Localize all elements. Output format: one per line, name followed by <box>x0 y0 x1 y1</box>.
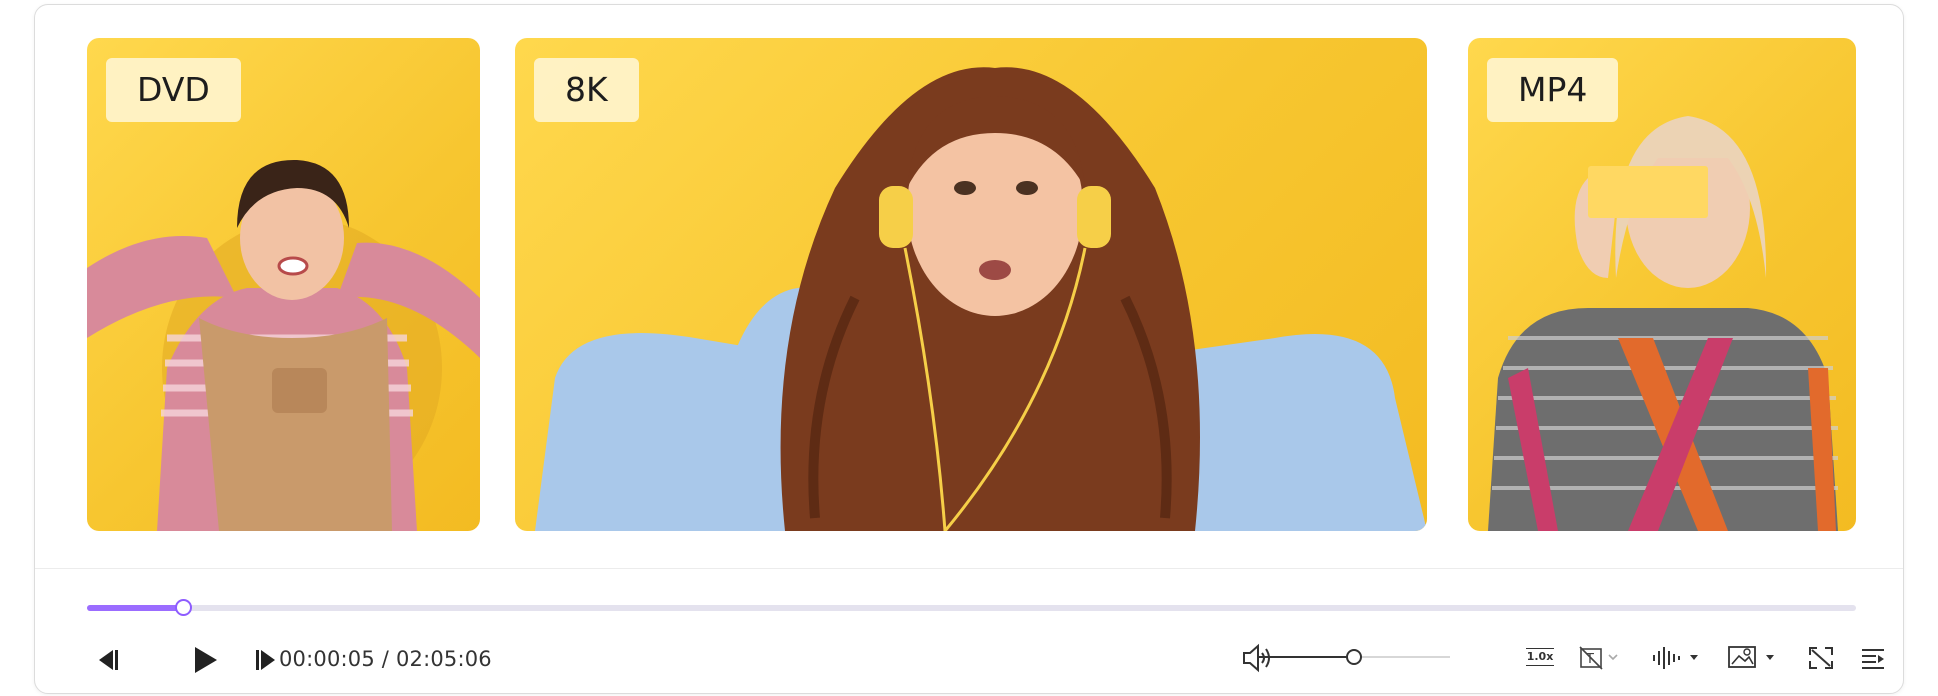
format-badge-dvd: DVD <box>106 58 241 122</box>
format-badge-8k: 8K <box>534 58 639 122</box>
playback-speed-icon: 1.0x <box>1525 648 1555 666</box>
playlist-button[interactable] <box>1853 640 1893 676</box>
format-card-8k[interactable]: 8K <box>515 38 1427 531</box>
play-button[interactable] <box>185 640 225 680</box>
audio-track-button[interactable] <box>1647 640 1707 676</box>
audio-track-icon <box>1648 644 1706 672</box>
playback-speed-button[interactable]: 1.0x <box>1522 638 1558 676</box>
volume-slider[interactable] <box>1258 649 1450 665</box>
video-player: DVD 8K MP4 00:00:05 / 02:05:06 1.0x T <box>34 4 1904 694</box>
volume-icon <box>1240 643 1274 673</box>
control-bar: 00:00:05 / 02:05:06 1.0x T <box>35 570 1903 694</box>
person-image-8k <box>515 38 1427 531</box>
time-display: 00:00:05 / 02:05:06 <box>279 647 492 671</box>
fullscreen-button[interactable] <box>1801 640 1841 676</box>
next-frame-icon <box>253 647 281 673</box>
previous-frame-button[interactable] <box>87 642 127 678</box>
progress-thumb[interactable] <box>174 599 192 616</box>
progress-bar[interactable] <box>87 599 1856 616</box>
subtitles-off-icon: T <box>1577 644 1623 672</box>
progress-fill <box>87 605 183 611</box>
snapshot-button[interactable] <box>1723 638 1783 676</box>
fullscreen-icon <box>1806 644 1836 672</box>
volume-fill <box>1258 656 1354 658</box>
subtitles-button[interactable]: T <box>1575 640 1625 676</box>
preview-stage: DVD 8K MP4 <box>35 5 1903 569</box>
format-badge-mp4: MP4 <box>1487 58 1619 122</box>
previous-frame-icon <box>93 647 121 673</box>
snapshot-icon <box>1724 642 1782 672</box>
format-card-dvd[interactable]: DVD <box>87 38 480 531</box>
volume-thumb[interactable] <box>1346 649 1362 665</box>
playlist-icon <box>1859 645 1887 671</box>
volume-button[interactable] <box>1237 640 1277 676</box>
format-card-mp4[interactable]: MP4 <box>1468 38 1856 531</box>
play-icon <box>191 645 219 675</box>
